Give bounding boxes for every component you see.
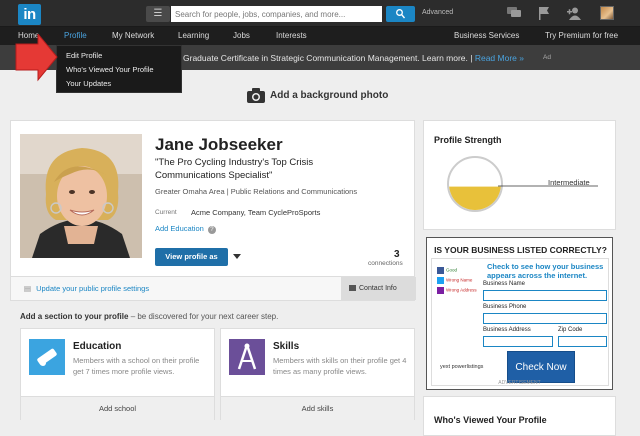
promo-text: Graduate Certificate in Strategic Commun…	[183, 53, 468, 63]
top-bar: in ☰ Advanced	[0, 0, 640, 27]
search-input[interactable]	[171, 6, 382, 22]
search-icon	[396, 9, 405, 19]
menu-item-whos-viewed[interactable]: Who's Viewed Your Profile	[57, 63, 181, 77]
add-section-heading: Add a section to your profile – be disco…	[20, 312, 278, 321]
profile-industry[interactable]: Public Relations and Communications	[231, 187, 357, 196]
profile-location-line: Greater Omaha Area | Public Relations an…	[155, 187, 357, 196]
profile-strength-title: Profile Strength	[434, 135, 502, 145]
location-separator: |	[226, 187, 229, 196]
ad-social-wrong-address-label: Wrong Address	[446, 287, 477, 293]
contact-info-button[interactable]: Contact Info	[341, 277, 416, 300]
add-connection-icon[interactable]	[567, 7, 583, 20]
profile-strength-card: Profile Strength Intermediate	[423, 120, 616, 230]
add-background-label: Add a background photo	[270, 90, 389, 101]
nav-try-premium[interactable]: Try Premium for free	[545, 31, 618, 40]
contact-card-icon	[349, 285, 356, 291]
business-name-label: Business Name	[483, 281, 526, 287]
public-profile-label: Update your public profile settings	[36, 284, 150, 293]
skills-title: Skills	[273, 341, 300, 352]
whos-viewed-title[interactable]: Who's Viewed Your Profile	[434, 415, 547, 425]
business-phone-field[interactable]	[483, 313, 607, 324]
skills-section-card: Skills Members with skills on their prof…	[220, 328, 415, 420]
public-profile-row: ▤ Update your public profile settings Con…	[10, 277, 416, 301]
document-icon: ▤	[24, 284, 32, 293]
strength-meter[interactable]	[446, 155, 506, 215]
ad-inner: Good Wrong Name Wrong Address Check to s…	[431, 258, 609, 386]
view-profile-as-button[interactable]: View profile as	[155, 248, 228, 266]
business-address-field[interactable]	[483, 336, 553, 347]
add-section-subtitle: – be discovered for your next career ste…	[130, 312, 279, 321]
business-name-field[interactable]	[483, 290, 607, 301]
zip-code-field[interactable]	[558, 336, 607, 347]
ad-social-wrong-name-label: Wrong Name	[446, 277, 473, 283]
flag-icon[interactable]	[538, 7, 550, 20]
ad-label: Ad	[543, 54, 551, 61]
strength-level: Intermediate	[548, 178, 590, 187]
nav-learning[interactable]: Learning	[178, 31, 209, 40]
connections-count: 3	[394, 249, 400, 260]
profile-dropdown-menu: Edit Profile Who's Viewed Your Profile Y…	[56, 45, 182, 93]
advertisement-label: ADVERTISEMENT	[498, 380, 541, 386]
whos-viewed-card: Who's Viewed Your Profile	[423, 396, 616, 436]
ad-social-wrong-address: Wrong Address	[437, 287, 477, 294]
diploma-icon	[29, 339, 65, 375]
profile-avatar[interactable]	[600, 6, 614, 20]
menu-icon[interactable]: ☰	[146, 6, 170, 22]
contact-info-label: Contact Info	[359, 285, 397, 292]
profile-location[interactable]: Greater Omaha Area	[155, 187, 225, 196]
ad-social-wrong-name: Wrong Name	[437, 277, 472, 284]
profile-card: Jane Jobseeker "The Pro Cycling Industry…	[10, 120, 415, 277]
messages-icon[interactable]	[507, 7, 522, 19]
compass-tools-icon	[229, 339, 265, 375]
menu-item-your-updates[interactable]: Your Updates	[57, 77, 181, 91]
nav-profile[interactable]: Profile	[64, 31, 87, 40]
nav-interests[interactable]: Interests	[276, 31, 307, 40]
menu-item-edit-profile[interactable]: Edit Profile	[57, 49, 181, 63]
education-title: Education	[73, 341, 122, 352]
profile-name: Jane Jobseeker	[155, 135, 283, 154]
advanced-search-link[interactable]: Advanced	[422, 9, 453, 16]
camera-icon	[247, 88, 265, 103]
skills-desc: Members with skills on their profile get…	[273, 356, 407, 376]
ad-title: IS YOUR BUSINESS LISTED CORRECTLY?	[434, 245, 607, 255]
current-label: Current	[155, 209, 177, 216]
business-address-label: Business Address	[483, 327, 531, 333]
ad-social-good-label: Good	[446, 267, 458, 273]
ad-social-good: Good	[437, 267, 457, 274]
profile-photo-image	[20, 134, 142, 258]
linkedin-logo[interactable]: in	[18, 4, 41, 25]
education-section-card: Education Members with a school on their…	[20, 328, 215, 420]
connections-label: connections	[368, 260, 403, 267]
add-education-link[interactable]: Add Education ?	[155, 224, 216, 234]
ad-headline: Check to see how your business appears a…	[487, 262, 604, 280]
promo-text-wrap: Graduate Certificate in Strategic Commun…	[183, 53, 524, 63]
nav-business-services[interactable]: Business Services	[454, 31, 519, 40]
main-nav: Home Profile My Network Learning Jobs In…	[0, 27, 640, 45]
nav-my-network[interactable]: My Network	[112, 31, 154, 40]
chevron-down-icon[interactable]	[233, 254, 241, 259]
update-public-profile-link[interactable]: ▤ Update your public profile settings	[24, 284, 149, 293]
add-skills-button[interactable]: Add skills	[221, 396, 414, 420]
search-button[interactable]	[386, 6, 415, 22]
add-section-title: Add a section to your profile	[20, 312, 129, 321]
add-education-label: Add Education	[155, 224, 204, 233]
add-school-button[interactable]: Add school	[21, 396, 214, 420]
zip-code-label: Zip Code	[558, 327, 583, 333]
current-positions: Acme Company, Team CycleProSports	[191, 208, 321, 217]
nav-jobs[interactable]: Jobs	[233, 31, 250, 40]
education-desc: Members with a school on their profile g…	[73, 356, 200, 376]
business-phone-label: Business Phone	[483, 304, 527, 310]
yext-ad[interactable]: IS YOUR BUSINESS LISTED CORRECTLY? Good …	[426, 237, 613, 390]
check-now-button[interactable]: Check Now	[507, 351, 575, 383]
promo-read-more-link[interactable]: Read More »	[475, 53, 524, 63]
profile-photo[interactable]	[20, 134, 142, 258]
yext-brand: yext powerlistings	[440, 364, 484, 370]
help-icon[interactable]: ?	[207, 226, 216, 234]
profile-headline: "The Pro Cycling Industry's Top Crisis C…	[155, 157, 314, 181]
add-background-photo-button[interactable]: Add a background photo	[247, 88, 388, 103]
red-pointer-arrow-icon	[15, 34, 58, 82]
